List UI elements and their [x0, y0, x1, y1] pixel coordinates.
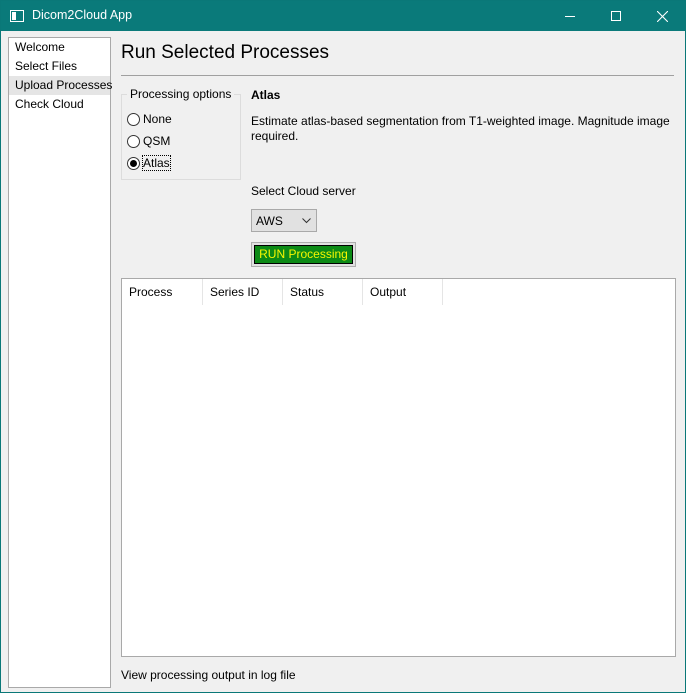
radio-label-none: None [143, 112, 172, 126]
radio-option-qsm[interactable]: QSM [127, 132, 170, 150]
column-header-process[interactable]: Process [122, 279, 203, 305]
sidebar-item-upload-processes[interactable]: Upload Processes [9, 76, 112, 95]
close-icon [656, 10, 668, 22]
radio-label-atlas: Atlas [142, 155, 171, 171]
log-file-status-text: View processing output in log file [121, 668, 296, 682]
app-icon [10, 10, 24, 22]
run-processing-button[interactable]: RUN Processing [251, 242, 356, 267]
radio-label-qsm: QSM [143, 134, 171, 148]
maximize-button[interactable] [593, 1, 639, 31]
title-bar[interactable]: Dicom2Cloud App [1, 1, 685, 31]
close-button[interactable] [639, 1, 685, 31]
cloud-server-value: AWS [256, 214, 283, 228]
process-description-title: Atlas [251, 88, 281, 102]
run-processing-label: RUN Processing [254, 245, 353, 264]
title-divider [121, 75, 674, 76]
processing-options-title: Processing options [127, 87, 235, 101]
app-window: Dicom2Cloud App Welcome Select Files Upl… [0, 0, 686, 693]
radio-none[interactable] [127, 112, 140, 126]
process-table[interactable]: Process Series ID Status Output [121, 278, 676, 657]
radio-atlas[interactable] [127, 156, 140, 170]
minimize-icon [565, 16, 575, 17]
maximize-icon [611, 11, 621, 21]
column-header-output[interactable]: Output [363, 279, 443, 305]
sidebar-item-select-files[interactable]: Select Files [9, 57, 110, 76]
page-title: Run Selected Processes [121, 42, 330, 63]
sidebar-item-check-cloud[interactable]: Check Cloud [9, 95, 110, 114]
minimize-button[interactable] [547, 1, 593, 31]
radio-qsm[interactable] [127, 134, 140, 148]
sidebar-nav: Welcome Select Files Upload Processes Ch… [8, 37, 112, 688]
sidebar-item-welcome[interactable]: Welcome [9, 38, 110, 57]
radio-option-atlas[interactable]: Atlas [127, 154, 171, 172]
chevron-down-icon [302, 218, 311, 224]
window-title: Dicom2Cloud App [32, 8, 133, 22]
process-description-text: Estimate atlas-based segmentation from T… [251, 114, 670, 143]
radio-option-none[interactable]: None [127, 110, 172, 128]
column-header-status[interactable]: Status [283, 279, 363, 305]
column-header-series-id[interactable]: Series ID [203, 279, 283, 305]
cloud-server-select[interactable]: AWS [251, 209, 317, 232]
cloud-server-label: Select Cloud server [251, 184, 356, 198]
